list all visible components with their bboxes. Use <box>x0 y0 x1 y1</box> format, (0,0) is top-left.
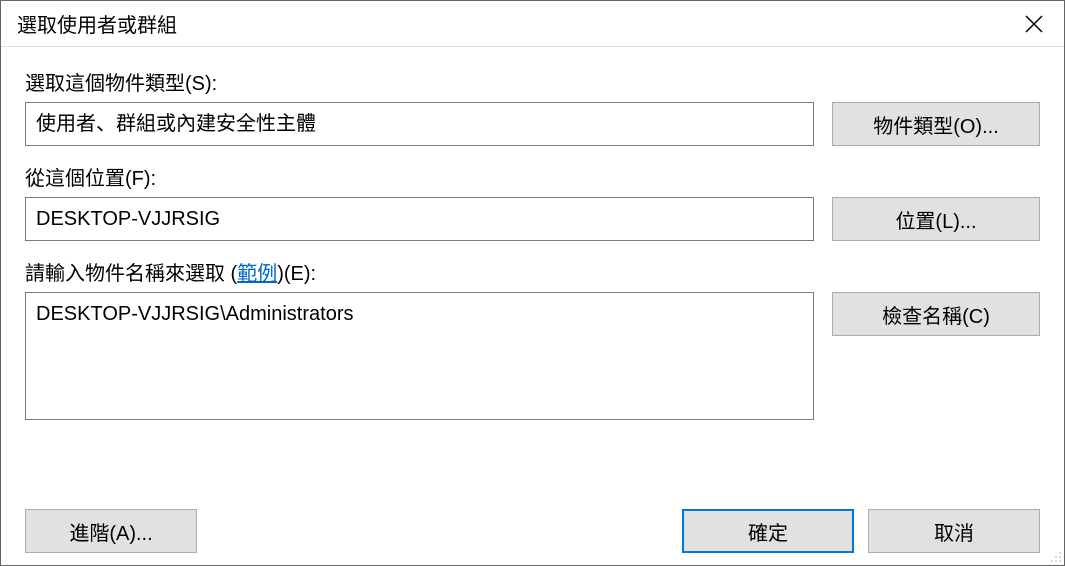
locations-button[interactable]: 位置(L)... <box>832 197 1040 241</box>
location-section: 從這個位置(F): DESKTOP-VJJRSIG 位置(L)... <box>25 162 1040 241</box>
object-name-input[interactable] <box>25 292 814 420</box>
object-type-row: 使用者、群組或內建安全性主體 物件類型(O)... <box>25 102 1040 146</box>
object-name-label-suffix: )(E): <box>277 263 316 285</box>
location-label: 從這個位置(F): <box>25 162 1040 191</box>
titlebar: 選取使用者或群組 <box>1 1 1064 47</box>
bottom-buttons-row: 進階(A)... 確定 取消 <box>25 491 1040 553</box>
dialog-window: 選取使用者或群組 選取這個物件類型(S): 使用者、群組或內建安全性主體 物件類… <box>0 0 1065 566</box>
ok-button[interactable]: 確定 <box>682 509 854 553</box>
close-button[interactable] <box>1004 1 1064 47</box>
object-type-label: 選取這個物件類型(S): <box>25 67 1040 96</box>
object-type-field: 使用者、群組或內建安全性主體 <box>25 102 814 146</box>
close-icon <box>1024 14 1044 34</box>
object-name-section: 請輸入物件名稱來選取 (範例)(E): 檢查名稱(C) <box>25 257 1040 420</box>
cancel-button[interactable]: 取消 <box>868 509 1040 553</box>
object-name-label-prefix: 請輸入物件名稱來選取 ( <box>25 263 237 285</box>
right-buttons-group: 確定 取消 <box>682 509 1040 553</box>
location-field: DESKTOP-VJJRSIG <box>25 197 814 241</box>
check-names-button[interactable]: 檢查名稱(C) <box>832 292 1040 336</box>
object-types-button[interactable]: 物件類型(O)... <box>832 102 1040 146</box>
advanced-button[interactable]: 進階(A)... <box>25 509 197 553</box>
object-name-row: 檢查名稱(C) <box>25 292 1040 420</box>
dialog-content: 選取這個物件類型(S): 使用者、群組或內建安全性主體 物件類型(O)... 從… <box>1 47 1064 565</box>
window-title: 選取使用者或群組 <box>17 9 177 38</box>
location-row: DESKTOP-VJJRSIG 位置(L)... <box>25 197 1040 241</box>
object-type-section: 選取這個物件類型(S): 使用者、群組或內建安全性主體 物件類型(O)... <box>25 67 1040 146</box>
examples-link[interactable]: 範例 <box>237 263 277 285</box>
resize-grip-icon[interactable] <box>1046 547 1062 563</box>
object-name-label: 請輸入物件名稱來選取 (範例)(E): <box>25 257 1040 286</box>
